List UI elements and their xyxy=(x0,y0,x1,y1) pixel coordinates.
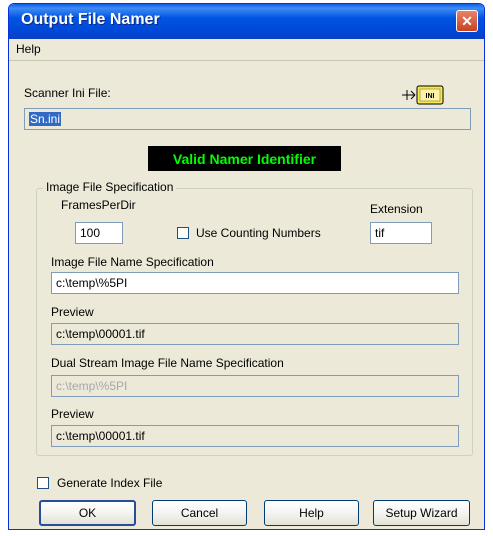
ini-icon-text: INI xyxy=(426,93,435,100)
menu-help[interactable]: Help xyxy=(16,42,41,56)
group-title: Image File Specification xyxy=(43,180,177,194)
preview-field: c:\temp\00001.tif xyxy=(51,323,459,345)
dual-preview-label: Preview xyxy=(51,407,94,421)
extension-label: Extension xyxy=(370,202,423,216)
image-name-spec-label: Image File Name Specification xyxy=(51,255,214,269)
window-title: Output File Namer xyxy=(21,11,160,28)
setup-wizard-button[interactable]: Setup Wizard xyxy=(373,500,470,526)
help-button[interactable]: Help xyxy=(264,500,359,526)
cancel-button[interactable]: Cancel xyxy=(152,500,247,526)
scanner-ini-value: Sn.ini xyxy=(29,112,62,126)
image-name-spec-input[interactable]: c:\temp\%5PI xyxy=(51,272,459,294)
dual-stream-spec-input[interactable]: c:\temp\%5PI xyxy=(51,375,459,397)
generate-index-checkbox[interactable] xyxy=(37,477,49,489)
use-counting-numbers-checkbox[interactable] xyxy=(177,227,189,239)
dual-stream-spec-label: Dual Stream Image File Name Specificatio… xyxy=(51,356,284,370)
generate-index-label: Generate Index File xyxy=(57,476,163,490)
close-icon: ✕ xyxy=(461,13,473,29)
frames-per-dir-input[interactable]: 100 xyxy=(75,222,123,244)
frames-per-dir-label: FramesPerDir xyxy=(61,198,136,212)
extension-input[interactable]: tif xyxy=(370,222,432,244)
valid-namer-banner: Valid Namer Identifier xyxy=(148,146,341,171)
preview-label: Preview xyxy=(51,305,94,319)
ini-file-icon[interactable]: INI xyxy=(401,85,445,105)
close-button[interactable]: ✕ xyxy=(456,10,478,32)
scanner-ini-field[interactable]: Sn.ini xyxy=(24,108,471,130)
use-counting-numbers-label: Use Counting Numbers xyxy=(196,226,321,240)
ok-button[interactable]: OK xyxy=(39,500,136,526)
title-bar[interactable]: Output File Namer ✕ xyxy=(9,4,484,39)
dual-preview-field: c:\temp\00001.tif xyxy=(51,425,459,447)
output-file-namer-dialog: Output File Namer ✕ Help Scanner Ini Fil… xyxy=(8,3,485,530)
scanner-ini-label: Scanner Ini File: xyxy=(24,86,111,100)
menu-bar: Help xyxy=(9,39,484,61)
